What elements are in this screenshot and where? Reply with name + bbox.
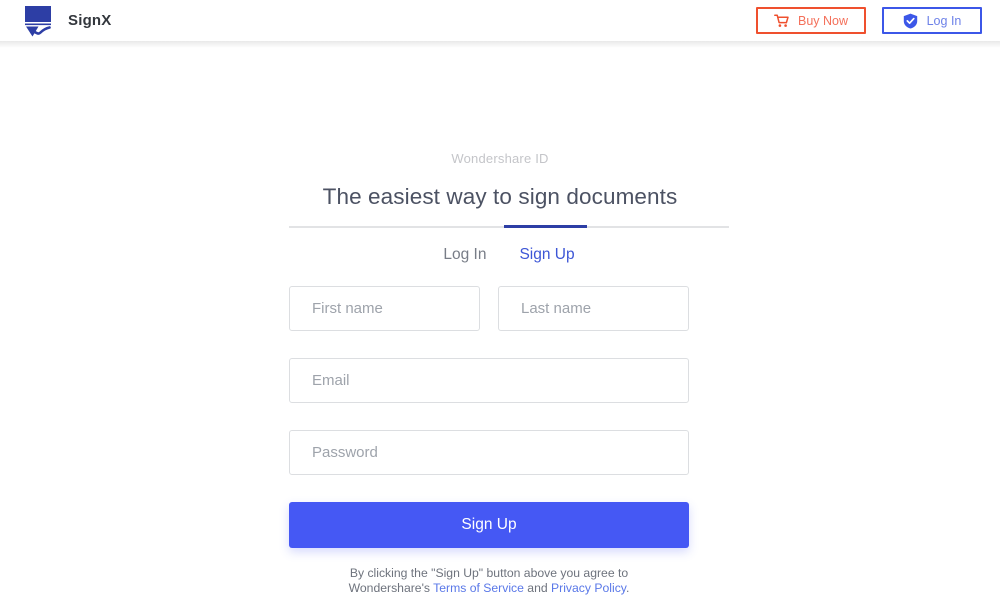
auth-tabs: Log In Sign Up xyxy=(289,244,729,266)
signx-logo-icon xyxy=(22,4,58,38)
sign-up-form: Sign Up By clicking the "Sign Up" button… xyxy=(289,286,689,596)
header-actions: Buy Now Log In xyxy=(756,7,982,34)
password-input[interactable] xyxy=(289,430,689,475)
legal-disclaimer: By clicking the "Sign Up" button above y… xyxy=(289,566,689,596)
log-in-label: Log In xyxy=(926,13,962,28)
legal-line-2-prefix: Wondershare's xyxy=(348,581,434,595)
tab-sign-up[interactable]: Sign Up xyxy=(519,244,574,266)
header-shadow xyxy=(0,41,1000,48)
name-row xyxy=(289,286,689,331)
tab-active-indicator xyxy=(504,225,587,228)
auth-panel: Wondershare ID The easiest way to sign d… xyxy=(0,41,1000,595)
brand: SignX xyxy=(22,2,112,40)
log-in-button[interactable]: Log In xyxy=(882,7,982,34)
tab-log-in[interactable]: Log In xyxy=(443,244,486,266)
submit-area: Sign Up xyxy=(289,502,689,548)
terms-of-service-link[interactable]: Terms of Service xyxy=(433,581,524,595)
legal-conjunction: and xyxy=(523,581,552,595)
buy-now-label: Buy Now xyxy=(797,13,849,28)
brand-name: SignX xyxy=(68,11,112,29)
first-name-input[interactable] xyxy=(289,286,480,331)
shield-check-icon xyxy=(903,13,918,29)
sign-up-button[interactable]: Sign Up xyxy=(289,502,689,548)
wondershare-id-label: Wondershare ID xyxy=(451,151,549,166)
email-input[interactable] xyxy=(289,358,689,403)
app-header: SignX Buy Now Log In xyxy=(0,0,1000,41)
legal-period: . xyxy=(625,581,630,595)
buy-now-button[interactable]: Buy Now xyxy=(756,7,866,34)
shopping-cart-icon xyxy=(774,13,789,28)
legal-line-1: By clicking the "Sign Up" button above y… xyxy=(349,566,629,580)
last-name-input[interactable] xyxy=(498,286,689,331)
page-title: The easiest way to sign documents xyxy=(322,184,678,209)
privacy-policy-link[interactable]: Privacy Policy xyxy=(551,581,626,595)
